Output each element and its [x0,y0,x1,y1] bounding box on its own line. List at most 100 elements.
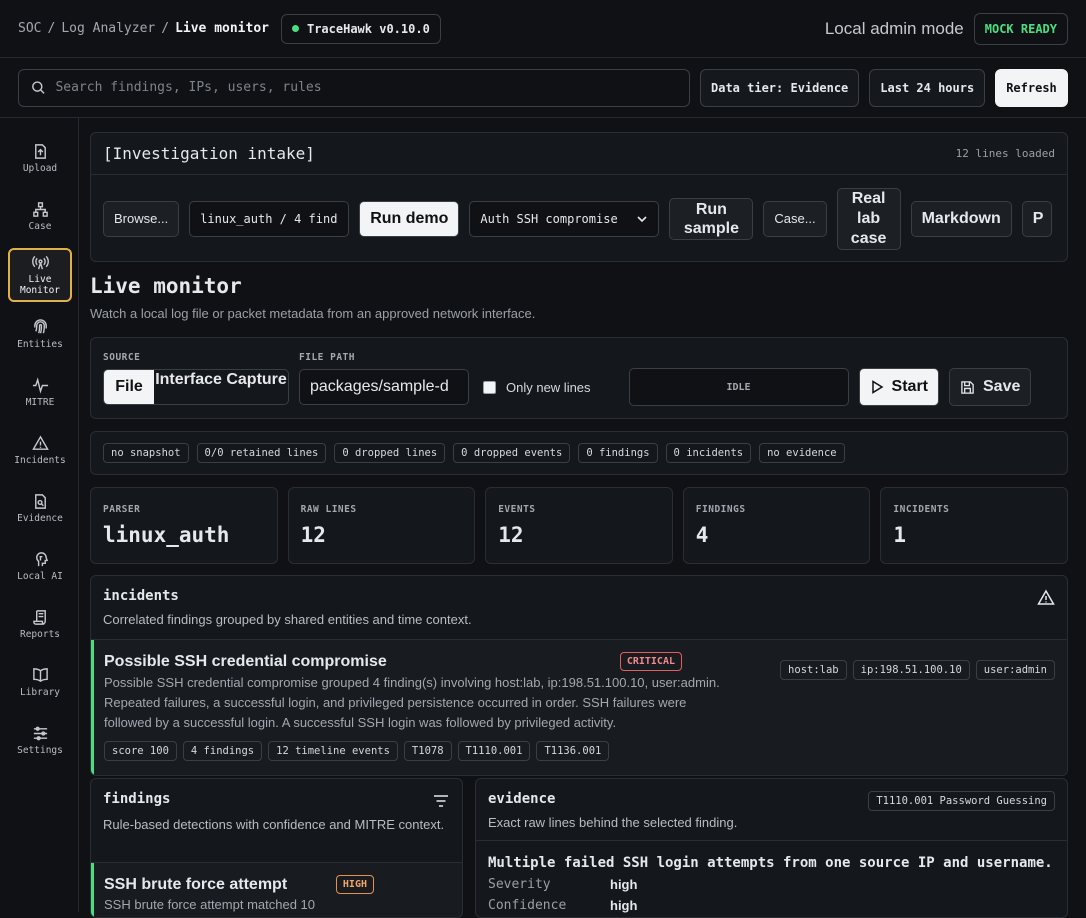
file-path-input[interactable]: packages/sample-d [299,368,469,405]
status-chip: 0 findings [578,443,658,463]
data-tier-button[interactable]: Data tier: Evidence [700,68,860,107]
incidents-subtitle: Correlated findings grouped by shared en… [103,612,472,627]
entity-chip[interactable]: user:admin [975,660,1055,680]
sidebar-item-upload[interactable]: Upload [8,132,72,184]
incident-description: Possible SSH credential compromise group… [104,675,720,730]
sidebar: Upload Case Live Monitor Entities MITRE I… [0,118,79,912]
upload-icon [34,143,46,159]
time-range-button[interactable]: Last 24 hours [869,68,986,107]
sidebar-item-label: MITRE [25,396,55,408]
source-toggle: File Interface Capture [103,368,289,405]
sidebar-item-library[interactable]: Library [8,656,72,708]
save-icon [961,380,974,394]
sidebar-item-settings[interactable]: Settings [8,714,72,766]
evidence-icon [34,493,46,509]
stat-label: PARSER [103,504,141,515]
breadcrumb-soc[interactable]: SOC [18,21,41,36]
status-dot-icon [291,25,299,32]
evidence-subtitle: Exact raw lines behind the selected find… [488,815,738,830]
incident-tag: T1136.001 [536,741,610,761]
evidence-heading: Multiple failed SSH login attempts from … [488,855,1053,871]
sidebar-item-mitre[interactable]: MITRE [8,366,72,418]
refresh-button[interactable]: Refresh [995,68,1068,107]
filter-icon[interactable] [432,792,450,810]
save-label: Save [983,378,1021,395]
sidebar-item-live-monitor[interactable]: Live Monitor [8,248,72,302]
stat-value: linux_auth [103,523,230,547]
breadcrumb-separator: / [47,21,56,36]
save-button[interactable]: Save [949,368,1032,406]
incident-tag: 12 timeline events [268,741,398,761]
incidents-title: incidents [103,588,179,604]
breadcrumb-log-analyzer[interactable]: Log Analyzer [61,21,155,36]
incident-tag: 4 findings [182,741,263,761]
incident-tags: score 100 4 findings 12 timeline events … [104,741,1057,761]
confidence-label: Confidence [488,898,567,913]
sample-field[interactable]: linux_auth / 4 find [189,200,350,237]
mode-label: Local admin mode [824,18,964,38]
sidebar-item-label: Settings [17,744,63,756]
scenario-select-value: Auth SSH compromise [480,211,618,226]
search-input[interactable] [55,80,677,95]
warning-icon[interactable] [1037,589,1055,607]
sidebar-item-evidence[interactable]: Evidence [8,482,72,534]
sidebar-item-label: Live Monitor [19,274,61,296]
severity-badge: HIGH [335,875,374,894]
only-new-lines-label: Only new lines [506,379,591,395]
finding-item[interactable]: SSH brute force attempt HIGH SSH brute f… [91,863,462,917]
search-box [18,68,690,107]
file-path-label: FILE PATH [299,351,355,363]
entity-chip[interactable]: host:lab [780,660,847,680]
sidebar-item-incidents[interactable]: Incidents [8,424,72,476]
sidebar-item-reports[interactable]: Reports [8,598,72,650]
markdown-button[interactable]: Markdown [910,200,1012,237]
sidebar-item-entities[interactable]: Entities [8,308,72,360]
stat-value: 4 [695,523,709,547]
chevron-down-icon [637,215,647,222]
book-icon [32,667,48,682]
stat-incidents: INCIDENTS 1 [880,487,1068,564]
real-lab-case-button[interactable]: Real lab case [836,187,901,250]
sidebar-item-label: Entities [17,338,63,350]
page-title: Live monitor [90,274,242,298]
source-interface-option[interactable]: Interface Capture [154,370,288,404]
lines-loaded-label: 12 lines loaded [955,147,1055,160]
incident-item[interactable]: Possible SSH credential compromise CRITI… [91,640,1067,775]
main-content: [Investigation intake] 12 lines loaded B… [90,132,1068,918]
source-file-option[interactable]: File [104,369,154,404]
investigation-intake-panel: [Investigation intake] 12 lines loaded B… [90,132,1068,262]
stat-label: RAW LINES [300,504,357,515]
warning-icon [31,434,49,450]
top-bar: SOC / Log Analyzer / Live monitor TraceH… [0,0,1086,58]
status-chip: 0 incidents [665,443,752,463]
stat-label: FINDINGS [695,504,746,515]
run-sample-button[interactable]: Run sample [669,197,754,240]
sidebar-item-label: Upload [22,162,58,174]
sliders-icon [33,726,47,740]
sidebar-item-local-ai[interactable]: Local AI [8,540,72,592]
stat-label: EVENTS [498,504,536,515]
sidebar-item-label: Evidence [17,512,63,524]
entity-chip[interactable]: ip:198.51.100.10 [852,660,970,680]
breadcrumb-separator: / [161,21,170,36]
run-demo-button[interactable]: Run demo [359,200,460,237]
more-export-button[interactable]: P [1021,200,1052,237]
finding-description: SSH brute force attempt matched 10 [104,897,315,912]
start-button[interactable]: Start [858,368,939,406]
stat-value: 12 [498,523,524,547]
breadcrumb: SOC / Log Analyzer / Live monitor [18,21,269,36]
findings-subtitle: Rule-based detections with confidence an… [103,817,445,832]
browse-button[interactable]: Browse... [103,200,180,237]
incident-title: Possible SSH credential compromise [104,652,387,670]
sidebar-item-label: Local AI [17,570,63,582]
version-badge: TraceHawk v0.10.0 [280,13,441,44]
version-label: TraceHawk v0.10.0 [306,21,430,36]
sidebar-item-case[interactable]: Case [8,190,72,242]
only-new-lines-checkbox[interactable] [483,380,496,394]
search-toolbar: Data tier: Evidence Last 24 hours Refres… [0,58,1086,118]
scenario-select[interactable]: Auth SSH compromise [469,200,660,237]
stat-value: 1 [893,523,907,547]
status-chips-bar: no snapshot 0/0 retained lines 0 dropped… [90,431,1068,475]
status-chip: 0 dropped events [453,443,571,463]
case-button[interactable]: Case... [763,200,827,237]
